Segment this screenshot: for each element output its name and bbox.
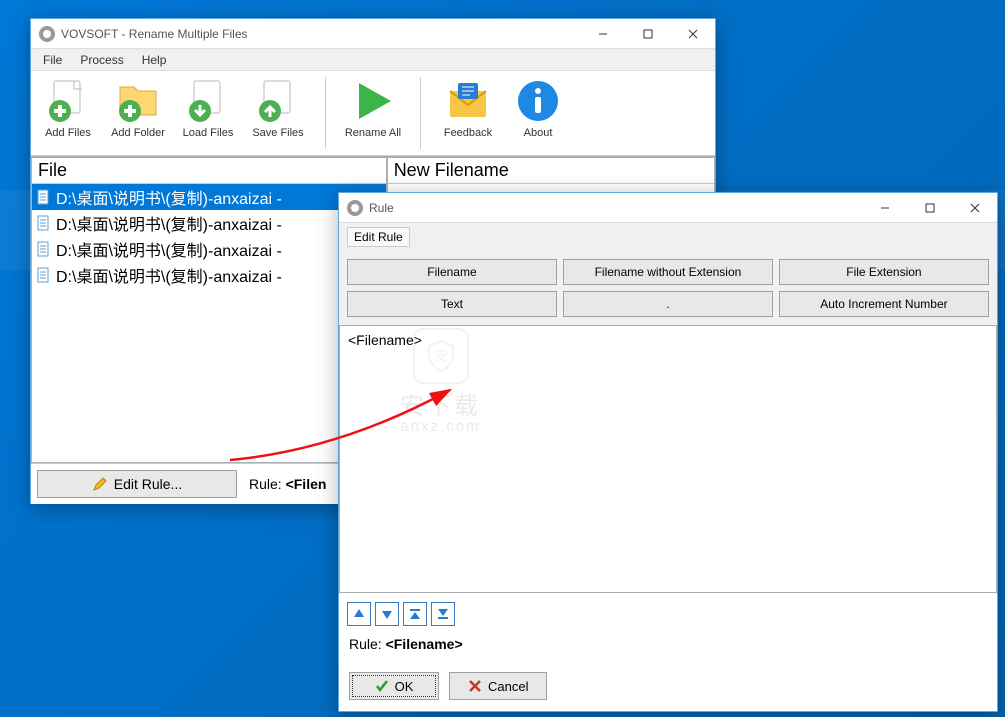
insert-file-extension-button[interactable]: File Extension — [779, 259, 989, 285]
document-icon — [36, 241, 52, 257]
maximize-button[interactable] — [625, 19, 670, 49]
main-titlebar: VOVSOFT - Rename Multiple Files — [31, 19, 715, 49]
about-label: About — [524, 127, 553, 139]
edit-rule-button[interactable]: Edit Rule... — [37, 470, 237, 498]
pencil-icon — [92, 476, 108, 492]
info-icon — [514, 77, 562, 125]
document-icon — [36, 267, 52, 283]
feedback-button[interactable]: Feedback — [439, 77, 497, 139]
insert-dot-button[interactable]: . — [563, 291, 773, 317]
menu-help[interactable]: Help — [134, 51, 175, 69]
move-bottom-button[interactable] — [431, 602, 455, 626]
add-folder-button[interactable]: Add Folder — [109, 77, 167, 139]
rule-titlebar: Rule — [339, 193, 997, 223]
toolbar-separator — [420, 77, 421, 149]
file-path: D:\桌面\说明书\(复制)-anxaizai - — [56, 263, 282, 287]
dialog-footer: OK Cancel — [339, 662, 997, 710]
file-row[interactable]: D:\桌面\说明书\(复制)-anxaizai - — [32, 262, 386, 288]
x-icon — [468, 679, 482, 693]
edit-rule-row: Edit Rule — [339, 223, 997, 251]
edit-rule-label: Edit Rule — [347, 227, 410, 247]
play-icon — [349, 77, 397, 125]
insert-filename-no-ext-button[interactable]: Filename without Extension — [563, 259, 773, 285]
document-icon — [36, 215, 52, 231]
feedback-label: Feedback — [444, 127, 492, 139]
rule-textarea[interactable] — [339, 325, 997, 593]
add-files-icon — [44, 77, 92, 125]
move-down-button[interactable] — [375, 602, 399, 626]
rule-prefix: Rule: — [349, 636, 386, 652]
file-row[interactable]: D:\桌面\说明书\(复制)-anxaizai - — [32, 236, 386, 262]
rule-prefix: Rule: — [249, 476, 286, 492]
save-files-icon — [254, 77, 302, 125]
app-icon — [347, 200, 363, 216]
rule-display: Rule: <Filen — [249, 476, 326, 492]
insert-auto-increment-button[interactable]: Auto Increment Number — [779, 291, 989, 317]
move-top-button[interactable] — [403, 602, 427, 626]
file-column: File D:\桌面\说明书\(复制)-anxaizai - D:\桌面\说明书… — [31, 157, 387, 463]
window-title: VOVSOFT - Rename Multiple Files — [61, 27, 248, 41]
nav-icons — [339, 598, 997, 630]
save-files-button[interactable]: Save Files — [249, 77, 307, 139]
file-path: D:\桌面\说明书\(复制)-anxaizai - — [56, 211, 282, 235]
load-files-icon — [184, 77, 232, 125]
rename-all-button[interactable]: Rename All — [344, 77, 402, 139]
menubar: File Process Help — [31, 49, 715, 71]
save-files-label: Save Files — [252, 127, 303, 139]
minimize-button[interactable] — [580, 19, 625, 49]
rule-dialog: Rule Edit Rule Filename Filename without… — [338, 192, 998, 712]
file-row[interactable]: D:\桌面\说明书\(复制)-anxaizai - — [32, 210, 386, 236]
ok-button[interactable]: OK — [349, 672, 439, 700]
add-folder-icon — [114, 77, 162, 125]
rename-all-label: Rename All — [345, 127, 401, 139]
ok-label: OK — [395, 679, 414, 694]
file-row[interactable]: D:\桌面\说明书\(复制)-anxaizai - — [32, 184, 386, 210]
close-button[interactable] — [952, 193, 997, 223]
load-files-label: Load Files — [183, 127, 234, 139]
cancel-label: Cancel — [488, 679, 528, 694]
about-button[interactable]: About — [509, 77, 567, 139]
rule-preview: Rule: <Filename> — [339, 630, 997, 662]
minimize-button[interactable] — [862, 193, 907, 223]
toolbar: Add Files Add Folder Load Files Save Fil… — [31, 71, 715, 156]
document-icon — [36, 189, 52, 205]
add-files-label: Add Files — [45, 127, 91, 139]
file-path: D:\桌面\说明书\(复制)-anxaizai - — [56, 185, 282, 209]
edit-rule-label: Edit Rule... — [114, 476, 182, 492]
add-folder-label: Add Folder — [111, 127, 165, 139]
rule-window-title: Rule — [369, 201, 394, 215]
menu-process[interactable]: Process — [72, 51, 131, 69]
rule-value: <Filename> — [386, 636, 463, 652]
toolbar-separator — [325, 77, 326, 149]
close-button[interactable] — [670, 19, 715, 49]
add-files-button[interactable]: Add Files — [39, 77, 97, 139]
menu-file[interactable]: File — [35, 51, 70, 69]
file-list[interactable]: D:\桌面\说明书\(复制)-anxaizai - D:\桌面\说明书\(复制)… — [32, 184, 386, 462]
rule-value: <Filen — [286, 476, 327, 492]
file-path: D:\桌面\说明书\(复制)-anxaizai - — [56, 237, 282, 261]
file-header: File — [32, 158, 386, 184]
load-files-button[interactable]: Load Files — [179, 77, 237, 139]
insert-filename-button[interactable]: Filename — [347, 259, 557, 285]
check-icon — [375, 679, 389, 693]
cancel-button[interactable]: Cancel — [449, 672, 547, 700]
new-filename-header: New Filename — [388, 158, 714, 184]
move-up-button[interactable] — [347, 602, 371, 626]
maximize-button[interactable] — [907, 193, 952, 223]
feedback-icon — [444, 77, 492, 125]
insert-buttons: Filename Filename without Extension File… — [339, 251, 997, 325]
app-icon — [39, 26, 55, 42]
insert-text-button[interactable]: Text — [347, 291, 557, 317]
